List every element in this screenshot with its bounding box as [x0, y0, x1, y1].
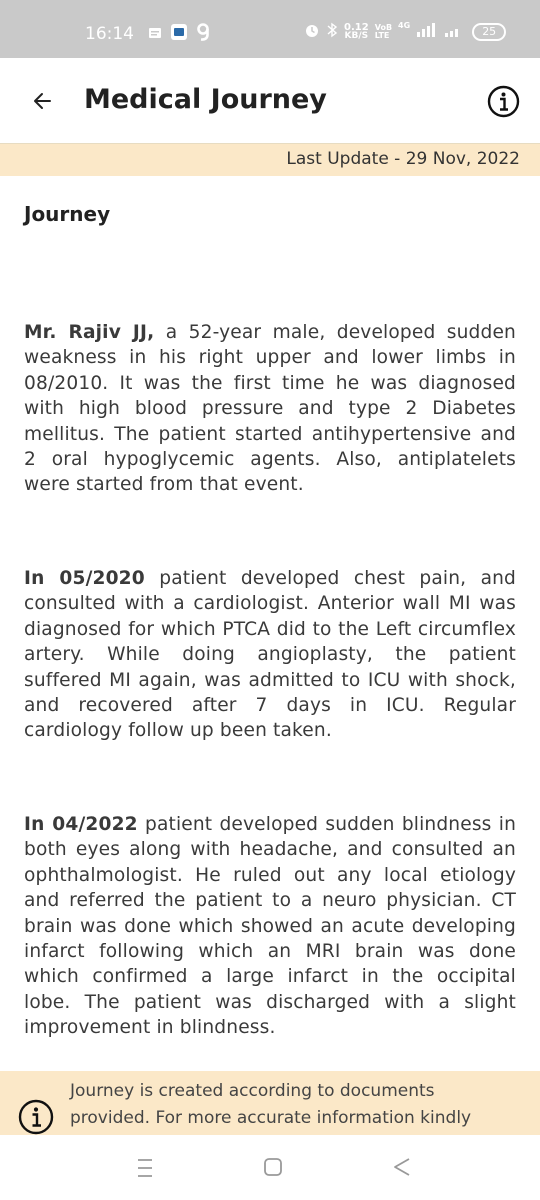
home-icon[interactable] [263, 1157, 283, 1177]
info-icon [18, 1099, 54, 1135]
journey-entry-lead: In 05/2020 [24, 568, 145, 589]
status-notification-icons [148, 22, 210, 46]
info-icon[interactable] [487, 85, 520, 118]
status-bar: 16:14 0.12 KB/S VoB LTE 4G 25 [0, 0, 540, 58]
journey-entry-text: a 52-year male, developed sudden weaknes… [24, 322, 516, 496]
volte-indicator: VoB LTE [375, 24, 392, 40]
disclaimer-text: Journey is created according to document… [70, 1081, 472, 1128]
app-notification-icon [170, 23, 188, 45]
network-speed-unit: KB/S [344, 31, 369, 41]
signal-strength-icon [416, 22, 438, 42]
journey-entry: In 05/2020 patient developed chest pain,… [24, 566, 516, 744]
journey-entry-lead: In 04/2022 [24, 814, 138, 835]
journey-heading: Journey [24, 202, 111, 226]
status-time: 16:14 [85, 24, 134, 44]
last-update-text: Last Update - 29 Nov, 2022 [286, 149, 520, 169]
battery-indicator: 25 [472, 23, 507, 41]
alarm-icon [304, 22, 320, 42]
journey-entry-text: patient developed chest pain, and consul… [24, 568, 517, 742]
network-speed: 0.12 KB/S [344, 23, 369, 41]
back-triangle-icon[interactable] [392, 1156, 412, 1178]
app-bar: Medical Journey [0, 58, 540, 144]
signal-strength-2-icon [444, 22, 460, 42]
back-arrow-icon[interactable] [30, 88, 56, 114]
g-app-icon [196, 22, 210, 46]
journey-entry: In 04/2022 patient developed sudden blin… [24, 812, 516, 1041]
volte-bottom: LTE [374, 31, 390, 40]
recent-apps-icon[interactable] [135, 1157, 155, 1179]
network-type: 4G [398, 21, 411, 30]
system-nav-bar [0, 1135, 540, 1200]
last-update-banner: Last Update - 29 Nov, 2022 [0, 144, 540, 176]
disclaimer-banner: Journey is created according to document… [0, 1071, 540, 1135]
journey-entry-lead: Mr. Rajiv JJ, [24, 322, 155, 343]
journey-entry: Mr. Rajiv JJ, a 52-year male, developed … [24, 320, 516, 498]
bluetooth-icon [326, 22, 338, 42]
journey-entry-text: patient developed sudden blindness in bo… [24, 814, 517, 1039]
page-title: Medical Journey [84, 84, 327, 115]
message-icon [148, 25, 162, 44]
status-system-icons: 0.12 KB/S VoB LTE 4G 25 [304, 21, 507, 42]
